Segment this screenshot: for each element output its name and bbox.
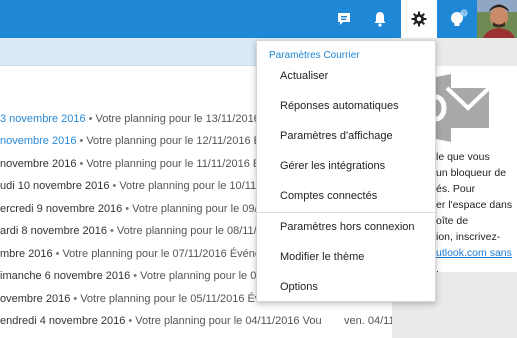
menu-item-offline-settings[interactable]: Paramètres hors connexion — [280, 219, 415, 235]
list-item[interactable]: endredi 4 novembre 2016 • Votre planning p… — [0, 310, 392, 332]
top-navigation-bar: ? — [0, 0, 517, 38]
message-subject: Votre planning pour le 11/11/2016 Évén — [86, 158, 278, 170]
message-date: 3 novembre 2016 — [0, 113, 86, 125]
message-date: udi 10 novembre 2016 — [0, 180, 110, 192]
settings-button[interactable] — [401, 0, 437, 38]
message-date: ardi 8 novembre 2016 — [0, 225, 108, 237]
message-date: endredi 4 novembre 2016 — [0, 315, 126, 327]
menu-item-actualiser[interactable]: Actualiser — [280, 68, 328, 84]
message-subject: Votre planning pour le 04/11/2016 Vou — [135, 315, 322, 327]
menu-divider — [257, 212, 435, 213]
message-date: mbre 2016 — [0, 248, 53, 260]
bell-icon — [374, 12, 386, 27]
help-lightbulb-icon: ? — [451, 9, 468, 26]
chat-button[interactable] — [330, 0, 358, 38]
message-subject: Votre planning pour le 13/11/2016 — [95, 113, 260, 125]
message-received-date: ven. 04/11 — [342, 310, 392, 332]
message-subject: Votre planning pour le 09/1 — [132, 203, 264, 215]
menu-item-change-theme[interactable]: Modifier le thème — [280, 249, 364, 265]
menu-item-display-settings[interactable]: Paramètres d'affichage — [280, 128, 393, 144]
message-date: ercredi 9 novembre 2016 — [0, 203, 123, 215]
help-button[interactable]: ? — [444, 0, 474, 38]
message-date: novembre 2016 — [0, 135, 77, 147]
message-date: imanche 6 novembre 2016 — [0, 270, 131, 282]
message-subject: Votre planning pour le 08/11/ — [116, 225, 257, 237]
message-date: ovembre 2016 — [0, 293, 71, 305]
message-subject: Votre planning pour le 12/11/2016 Évén — [86, 135, 279, 147]
menu-header: Paramètres Courrier — [269, 50, 360, 61]
menu-item-options[interactable]: Options — [280, 279, 318, 295]
message-subject: Votre planning pour le 10/11/ — [119, 180, 260, 192]
avatar[interactable] — [477, 0, 517, 38]
side-panel-text: le que vous un bloqueur de és. Pour er l… — [436, 151, 513, 275]
message-date: novembre 2016 — [0, 158, 77, 170]
outlook-link[interactable]: utlook.com sans — [436, 247, 512, 259]
menu-item-automatic-replies[interactable]: Réponses automatiques — [280, 98, 399, 114]
menu-item-manage-integrations[interactable]: Gérer les intégrations — [280, 158, 385, 174]
message-subject: Votre planning pour le 06/ — [140, 270, 266, 282]
menu-item-connected-accounts[interactable]: Comptes connectés — [280, 188, 377, 204]
settings-menu: Paramètres Courrier Actualiser Réponses … — [256, 40, 436, 302]
gear-icon — [411, 11, 427, 27]
message-subject: Votre planning pour le 07/11/2016 Événem — [62, 248, 271, 260]
chat-icon — [338, 13, 350, 25]
notifications-button[interactable] — [366, 0, 394, 38]
